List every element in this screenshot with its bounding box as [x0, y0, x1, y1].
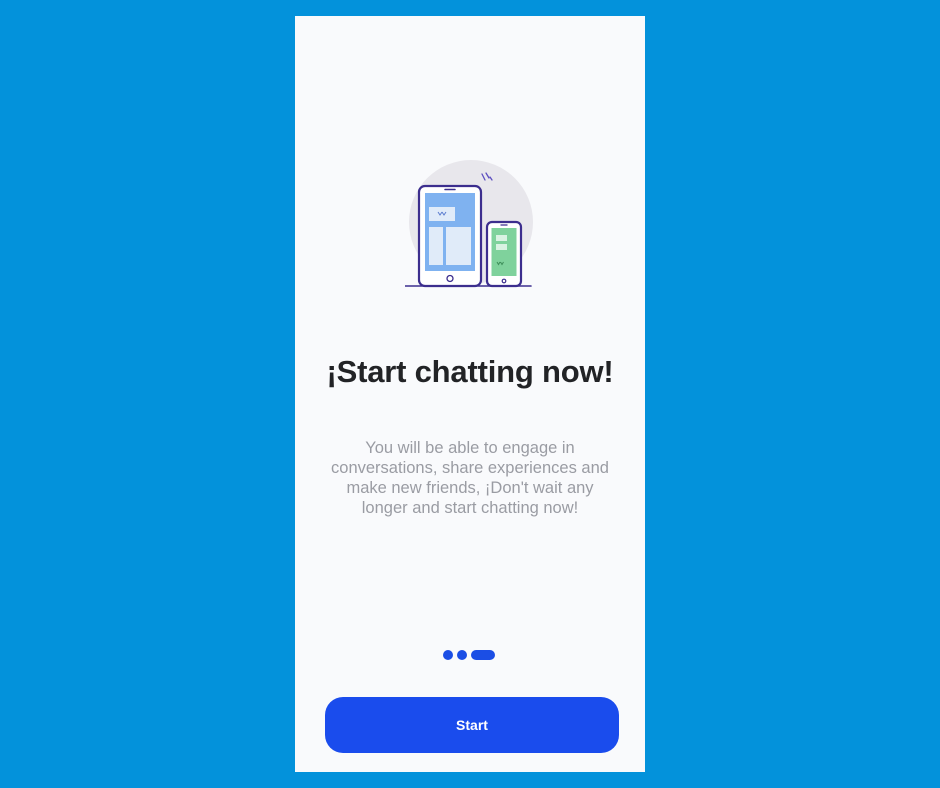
phone-icon	[485, 220, 523, 288]
tablet-icon	[417, 184, 483, 288]
devices-illustration	[405, 160, 533, 288]
onboarding-description: You will be able to engage in conversati…	[331, 439, 609, 517]
page-dot-2[interactable]	[457, 650, 467, 660]
onboarding-screen: ¡Start chatting now! You will be able to…	[295, 16, 645, 772]
start-button[interactable]: Start	[325, 697, 619, 753]
page-dot-1[interactable]	[443, 650, 453, 660]
onboarding-title: ¡Start chatting now!	[326, 354, 614, 389]
page-dot-3-active[interactable]	[471, 650, 495, 660]
page-indicator	[443, 650, 495, 660]
